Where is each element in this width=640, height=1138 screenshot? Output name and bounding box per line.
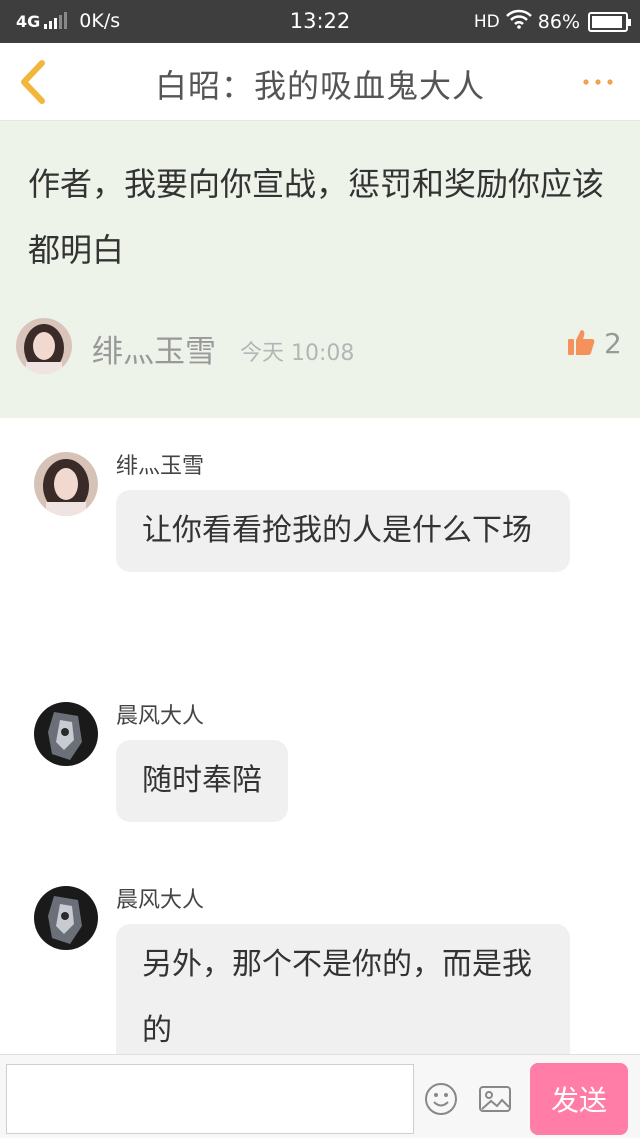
comment-bubble: 另外，那个不是你的，而是我的 <box>116 924 570 1054</box>
main-post: 作者，我要向你宣战，惩罚和奖励你应该都明白 绯灬玉雪 今天 10:08 2 <box>0 121 640 418</box>
like-count: 2 <box>604 327 622 360</box>
comment-author[interactable]: 绯灬玉雪 <box>116 448 204 480</box>
comment-bubble: 随时奉陪 <box>116 740 288 822</box>
post-content: 作者，我要向你宣战，惩罚和奖励你应该都明白 <box>28 165 605 269</box>
page-title: 白昭：我的吸血鬼大人 <box>154 67 485 105</box>
status-bar: 4G 0K/s 13:22 HD 86% <box>0 0 640 43</box>
smiley-icon <box>425 1083 457 1115</box>
battery-icon <box>588 11 631 32</box>
reply-bar: 发送 <box>0 1054 640 1138</box>
status-bar-right: HD 86% <box>473 9 631 34</box>
comment-author[interactable]: 晨风大人 <box>116 698 204 730</box>
more-button[interactable] <box>580 67 620 97</box>
comment-list: 绯灬玉雪 让你看看抢我的人是什么下场 晨风大人 随时奉陪 晨风大人 另外，那个不… <box>0 418 640 1054</box>
image-icon <box>479 1086 511 1112</box>
thumbs-up-icon[interactable] <box>566 327 596 357</box>
comment-author[interactable]: 晨风大人 <box>116 882 204 914</box>
emoji-button[interactable] <box>424 1082 458 1116</box>
avatar[interactable] <box>34 452 98 516</box>
avatar[interactable] <box>34 702 98 766</box>
comment-bubble: 让你看看抢我的人是什么下场 <box>116 490 570 572</box>
avatar[interactable] <box>16 318 72 374</box>
post-time: 今天 10:08 <box>240 341 355 366</box>
reply-input[interactable] <box>6 1064 414 1134</box>
post-author[interactable]: 绯灬玉雪 <box>92 326 216 371</box>
hd-indicator: HD <box>473 11 500 32</box>
image-button[interactable] <box>478 1082 512 1116</box>
wifi-icon <box>505 9 532 34</box>
more-dots-icon <box>583 79 613 85</box>
send-button[interactable]: 发送 <box>530 1063 628 1135</box>
avatar[interactable] <box>34 886 98 950</box>
battery-percent: 86% <box>537 10 580 33</box>
header: 白昭：我的吸血鬼大人 <box>0 43 640 121</box>
